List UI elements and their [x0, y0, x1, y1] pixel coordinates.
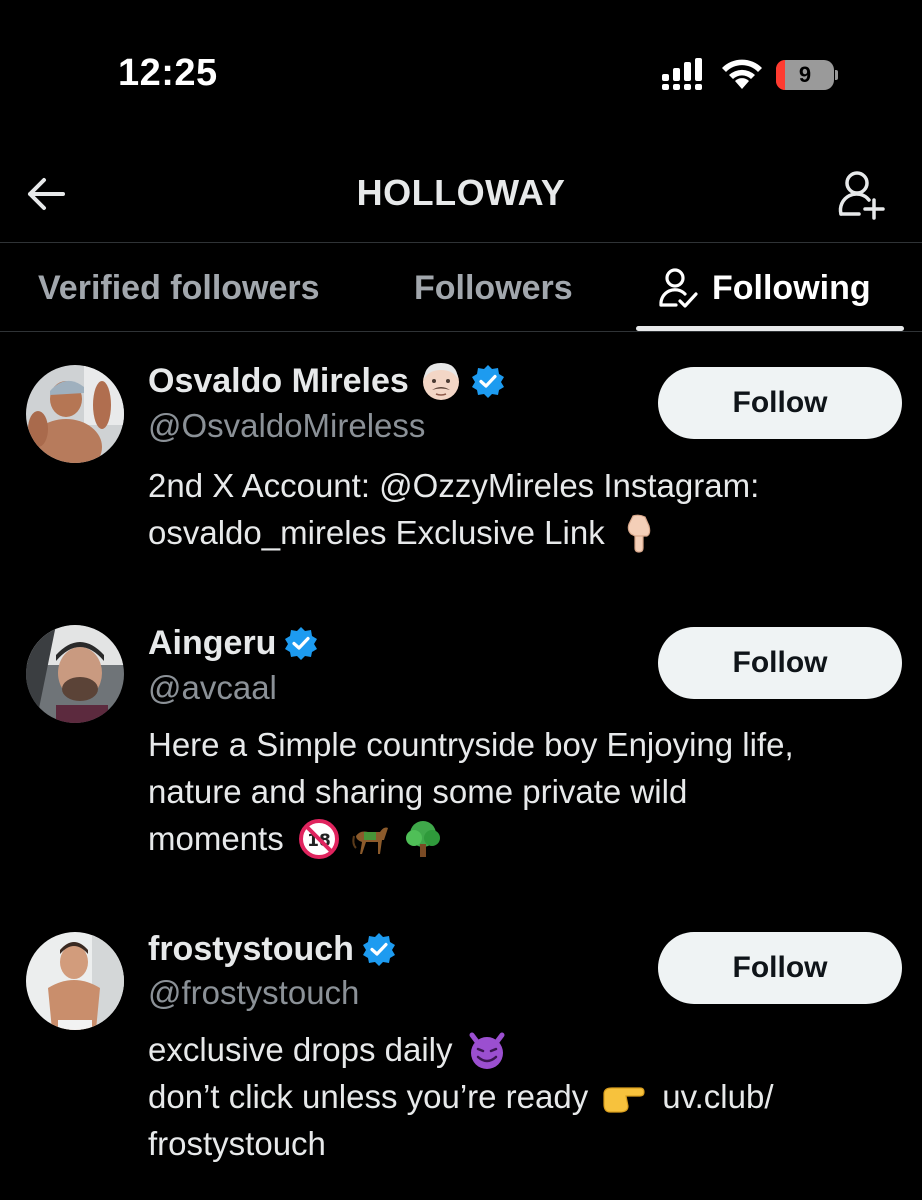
- tab-bar: Verified followers Followers Following: [0, 244, 922, 332]
- user-bio: Here a Simple countryside boy Enjoying l…: [148, 721, 888, 862]
- user-bio: 2nd X Account: @OzzyMireles Instagram: o…: [148, 462, 888, 556]
- horse-emoji: [352, 827, 388, 854]
- cellular-signal-icon: [662, 58, 702, 90]
- wifi-icon: [722, 59, 762, 89]
- page-title: HOLLOWAY: [356, 172, 566, 213]
- user-name[interactable]: Osvaldo Mireles: [148, 362, 409, 401]
- no-one-under-eighteen-emoji: 18: [298, 818, 339, 859]
- tab-following[interactable]: Following: [658, 244, 871, 332]
- bio-link[interactable]: uv.club/: [662, 1073, 773, 1120]
- bio-line: 2nd X Account: @OzzyMireles Instagram:: [148, 467, 760, 504]
- avatar[interactable]: [26, 932, 124, 1030]
- user-name-line: Aingeru: [148, 620, 318, 666]
- follow-button[interactable]: Follow: [658, 932, 902, 1004]
- verified-badge-icon: [285, 627, 318, 660]
- user-handle: @OsvaldoMireless: [148, 407, 426, 444]
- avatar[interactable]: [26, 625, 124, 723]
- tab-label: Following: [712, 268, 871, 307]
- bio-line: osvaldo_mireles Exclusive Link: [148, 509, 888, 556]
- bio-line: Here a Simple countryside boy Enjoying l…: [148, 726, 794, 763]
- tab-followers[interactable]: Followers: [414, 244, 573, 332]
- top-app-bar: HOLLOWAY: [0, 150, 922, 243]
- user-handle: @avcaal: [148, 669, 277, 706]
- tab-verified-followers[interactable]: Verified followers: [38, 244, 320, 332]
- battery-level-text: 9: [798, 62, 812, 87]
- add-user-button[interactable]: [832, 166, 892, 222]
- pointing-right-emoji: [603, 1086, 645, 1113]
- tree-emoji: [405, 820, 440, 857]
- user-name[interactable]: frostystouch: [148, 930, 354, 969]
- list-item[interactable]: frostystouch @frostystouch exclusive dro…: [0, 922, 922, 1182]
- active-tab-indicator: [636, 326, 904, 331]
- user-handle: @frostystouch: [148, 974, 360, 1011]
- man-with-mustache-emoji: [422, 363, 459, 400]
- add-user-icon: [838, 171, 885, 220]
- follow-button[interactable]: Follow: [658, 367, 902, 439]
- verified-badge-icon: [362, 933, 395, 966]
- verified-badge-icon: [471, 365, 504, 398]
- bio-line: don’t click unless you’re ready uv.club/: [148, 1073, 888, 1120]
- status-time: 12:25: [118, 52, 218, 94]
- bio-line: nature and sharing some private wild: [148, 773, 688, 810]
- list-item[interactable]: Osvaldo Mireles @OsvaldoMireless 2nd X A…: [0, 355, 922, 585]
- tab-label: Followers: [414, 268, 573, 307]
- smiling-devil-emoji: [469, 1032, 505, 1069]
- user-name-line: Osvaldo Mireles: [148, 358, 505, 404]
- user-name-line: frostystouch: [148, 926, 396, 972]
- user-name[interactable]: Aingeru: [148, 624, 276, 663]
- bio-line: exclusive drops daily: [148, 1026, 888, 1073]
- bio-line: moments 18: [148, 815, 888, 862]
- status-bar: 12:25 9: [0, 0, 922, 150]
- avatar[interactable]: [26, 365, 124, 463]
- screen: 12:25 9 HOLLOWAY Verified followers Foll…: [0, 0, 922, 1200]
- follow-button[interactable]: Follow: [658, 627, 902, 699]
- pointing-down-emoji: [627, 514, 650, 553]
- list-item[interactable]: Aingeru @avcaal Here a Simple countrysid…: [0, 615, 922, 890]
- battery-icon: 9: [776, 60, 838, 90]
- person-check-icon: [659, 268, 698, 308]
- user-bio: exclusive drops daily don’t click unless…: [148, 1026, 888, 1167]
- tab-label: Verified followers: [38, 268, 320, 307]
- bio-line: frostystouch: [148, 1125, 326, 1162]
